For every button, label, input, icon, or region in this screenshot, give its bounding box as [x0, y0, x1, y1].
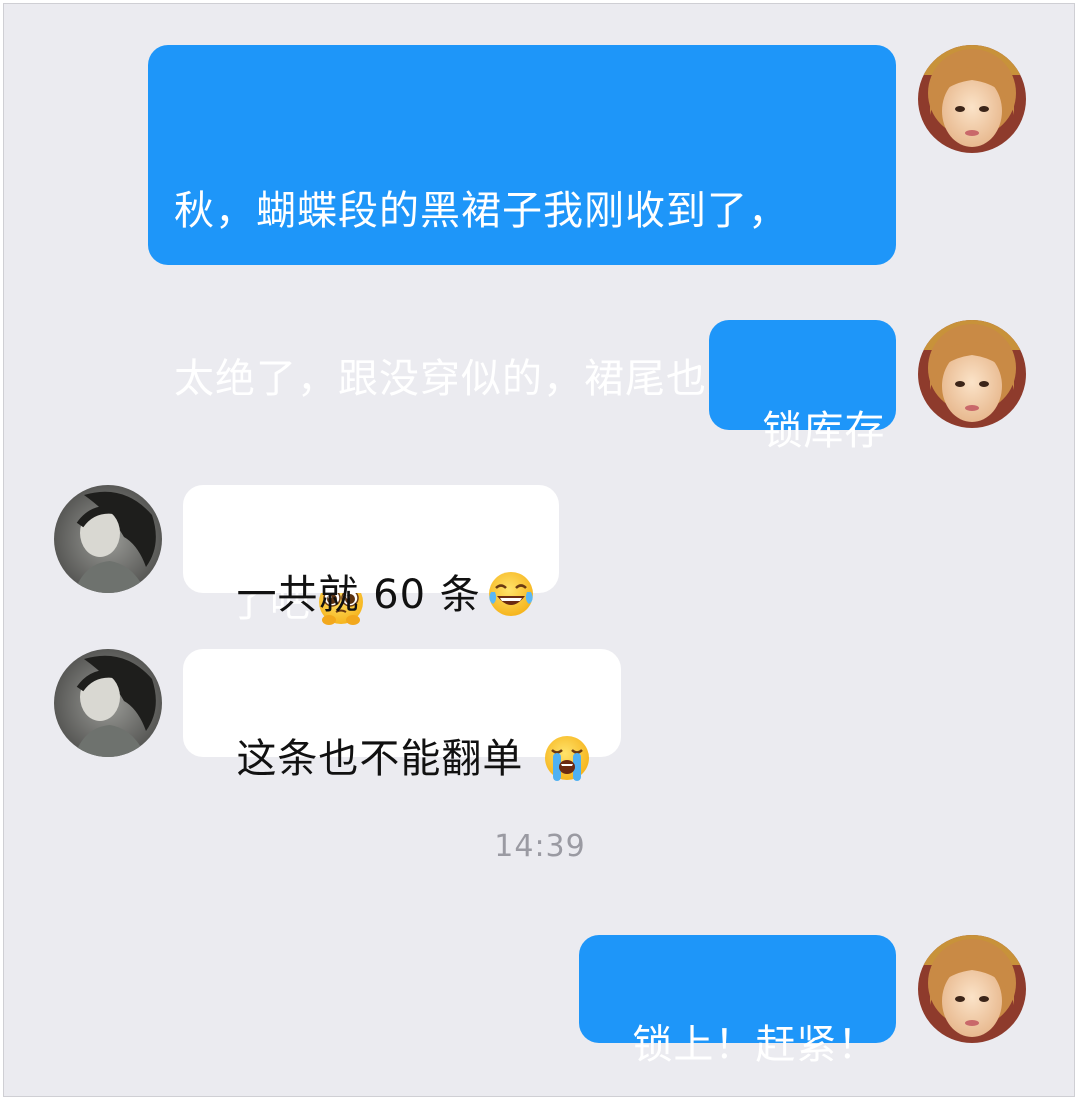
tears-of-joy-icon	[488, 572, 533, 616]
message-text: 锁库存	[762, 408, 886, 454]
message-bubble-outgoing-1[interactable]: 秋，蝴蝶段的黑裙子我刚收到了， 太绝了，跟没穿似的，裙尾也太美 了吧	[148, 45, 896, 626]
avatar-contact[interactable]	[54, 649, 162, 757]
avatar-self[interactable]	[918, 935, 1026, 1043]
message-text: 一共就 60 条	[236, 572, 481, 618]
message-bubble-incoming-2[interactable]: 这条也不能翻单	[183, 649, 621, 782]
message-bubble-outgoing-2[interactable]: 锁库存	[709, 320, 896, 454]
contact-avatar-icon	[54, 649, 162, 757]
avatar-self[interactable]	[918, 320, 1026, 428]
message-text: 锁上！赶紧！	[632, 1022, 879, 1068]
message-timestamp: 14:39	[494, 829, 586, 864]
loudly-crying-face-icon	[545, 736, 590, 781]
message-bubble-incoming-1[interactable]: 一共就 60 条	[183, 485, 559, 618]
message-text: 这条也不能翻单	[236, 736, 538, 782]
self-avatar-icon	[918, 320, 1026, 428]
avatar-contact[interactable]	[54, 485, 162, 593]
message-line-1: 秋，蝴蝶段的黑裙子我刚收到了，	[174, 188, 789, 234]
message-bubble-outgoing-3[interactable]: 锁上！赶紧！	[579, 935, 896, 1068]
avatar-self[interactable]	[918, 45, 1026, 153]
self-avatar-icon	[918, 45, 1026, 153]
self-avatar-icon	[918, 935, 1026, 1043]
contact-avatar-icon	[54, 485, 162, 593]
